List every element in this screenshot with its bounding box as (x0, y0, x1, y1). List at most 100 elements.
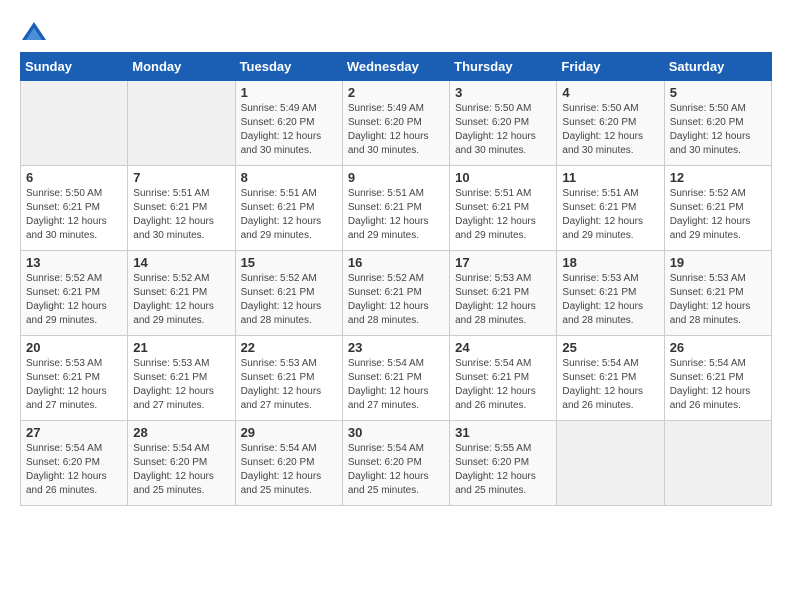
day-detail: Sunrise: 5:52 AMSunset: 6:21 PMDaylight:… (26, 272, 122, 328)
day-detail: Sunrise: 5:51 AMSunset: 6:21 PMDaylight:… (562, 187, 658, 243)
day-number: 25 (562, 340, 658, 355)
calendar-cell (557, 421, 664, 506)
calendar-cell: 7 Sunrise: 5:51 AMSunset: 6:21 PMDaylight… (128, 166, 235, 251)
day-number: 7 (133, 170, 229, 185)
calendar-cell: 22 Sunrise: 5:53 AMSunset: 6:21 PMDayligh… (235, 336, 342, 421)
day-number: 12 (670, 170, 766, 185)
calendar-cell: 17Sunrise: 5:53 AMSunset: 6:21 PMDayligh… (450, 251, 557, 336)
calendar-cell: 28 Sunrise: 5:54 AMSunset: 6:20 PMDayligh… (128, 421, 235, 506)
calendar-cell (21, 81, 128, 166)
calendar-cell: 11 Sunrise: 5:51 AMSunset: 6:21 PMDayligh… (557, 166, 664, 251)
day-detail: Sunrise: 5:53 AMSunset: 6:21 PMDaylight:… (562, 272, 658, 328)
calendar-cell (128, 81, 235, 166)
week-row-1: 1 Sunrise: 5:49 AMSunset: 6:20 PMDaylight… (21, 81, 772, 166)
day-number: 10 (455, 170, 551, 185)
day-detail: Sunrise: 5:53 AMSunset: 6:21 PMDaylight:… (455, 272, 551, 328)
day-detail: Sunrise: 5:51 AMSunset: 6:21 PMDaylight:… (455, 187, 551, 243)
calendar-cell: 31 Sunrise: 5:55 AMSunset: 6:20 PMDayligh… (450, 421, 557, 506)
header-cell-tuesday: Tuesday (235, 53, 342, 81)
day-number: 22 (241, 340, 337, 355)
calendar-cell (664, 421, 771, 506)
day-number: 14 (133, 255, 229, 270)
day-detail: Sunrise: 5:52 AMSunset: 6:21 PMDaylight:… (670, 187, 766, 243)
calendar-cell: 21Sunrise: 5:53 AMSunset: 6:21 PMDayligh… (128, 336, 235, 421)
day-detail: Sunrise: 5:54 AMSunset: 6:20 PMDaylight:… (26, 442, 122, 498)
day-detail: Sunrise: 5:52 AMSunset: 6:21 PMDaylight:… (133, 272, 229, 328)
day-number: 11 (562, 170, 658, 185)
week-row-4: 20 Sunrise: 5:53 AMSunset: 6:21 PMDayligh… (21, 336, 772, 421)
calendar-cell: 14 Sunrise: 5:52 AMSunset: 6:21 PMDayligh… (128, 251, 235, 336)
calendar-cell: 25 Sunrise: 5:54 AMSunset: 6:21 PMDayligh… (557, 336, 664, 421)
calendar-cell: 3 Sunrise: 5:50 AMSunset: 6:20 PMDaylight… (450, 81, 557, 166)
day-number: 24 (455, 340, 551, 355)
day-number: 29 (241, 425, 337, 440)
day-detail: Sunrise: 5:54 AMSunset: 6:20 PMDaylight:… (241, 442, 337, 498)
header-cell-monday: Monday (128, 53, 235, 81)
calendar-cell: 15 Sunrise: 5:52 AMSunset: 6:21 PMDayligh… (235, 251, 342, 336)
header-cell-thursday: Thursday (450, 53, 557, 81)
day-number: 6 (26, 170, 122, 185)
week-row-5: 27 Sunrise: 5:54 AMSunset: 6:20 PMDayligh… (21, 421, 772, 506)
day-number: 30 (348, 425, 444, 440)
day-number: 4 (562, 85, 658, 100)
calendar-cell: 29 Sunrise: 5:54 AMSunset: 6:20 PMDayligh… (235, 421, 342, 506)
day-detail: Sunrise: 5:49 AMSunset: 6:20 PMDaylight:… (241, 102, 337, 158)
day-number: 5 (670, 85, 766, 100)
week-row-2: 6 Sunrise: 5:50 AMSunset: 6:21 PMDaylight… (21, 166, 772, 251)
day-number: 13 (26, 255, 122, 270)
calendar-header: SundayMondayTuesdayWednesdayThursdayFrid… (21, 53, 772, 81)
day-detail: Sunrise: 5:54 AMSunset: 6:20 PMDaylight:… (133, 442, 229, 498)
calendar-cell: 1 Sunrise: 5:49 AMSunset: 6:20 PMDaylight… (235, 81, 342, 166)
calendar-cell: 24 Sunrise: 5:54 AMSunset: 6:21 PMDayligh… (450, 336, 557, 421)
day-detail: Sunrise: 5:50 AMSunset: 6:21 PMDaylight:… (26, 187, 122, 243)
day-number: 26 (670, 340, 766, 355)
calendar-cell: 8Sunrise: 5:51 AMSunset: 6:21 PMDaylight… (235, 166, 342, 251)
calendar-cell: 2 Sunrise: 5:49 AMSunset: 6:20 PMDaylight… (342, 81, 449, 166)
logo-icon (20, 20, 48, 42)
calendar-cell: 5 Sunrise: 5:50 AMSunset: 6:20 PMDaylight… (664, 81, 771, 166)
header-cell-wednesday: Wednesday (342, 53, 449, 81)
day-number: 9 (348, 170, 444, 185)
calendar-cell: 23 Sunrise: 5:54 AMSunset: 6:21 PMDayligh… (342, 336, 449, 421)
day-detail: Sunrise: 5:54 AMSunset: 6:20 PMDaylight:… (348, 442, 444, 498)
day-detail: Sunrise: 5:54 AMSunset: 6:21 PMDaylight:… (348, 357, 444, 413)
header-row: SundayMondayTuesdayWednesdayThursdayFrid… (21, 53, 772, 81)
day-number: 18 (562, 255, 658, 270)
day-number: 21 (133, 340, 229, 355)
day-detail: Sunrise: 5:54 AMSunset: 6:21 PMDaylight:… (455, 357, 551, 413)
day-number: 15 (241, 255, 337, 270)
calendar-cell: 30 Sunrise: 5:54 AMSunset: 6:20 PMDayligh… (342, 421, 449, 506)
day-number: 3 (455, 85, 551, 100)
day-number: 8 (241, 170, 337, 185)
day-detail: Sunrise: 5:52 AMSunset: 6:21 PMDaylight:… (348, 272, 444, 328)
calendar-cell: 6 Sunrise: 5:50 AMSunset: 6:21 PMDaylight… (21, 166, 128, 251)
day-detail: Sunrise: 5:51 AMSunset: 6:21 PMDaylight:… (133, 187, 229, 243)
day-number: 19 (670, 255, 766, 270)
calendar-cell: 10 Sunrise: 5:51 AMSunset: 6:21 PMDayligh… (450, 166, 557, 251)
calendar-cell: 13 Sunrise: 5:52 AMSunset: 6:21 PMDayligh… (21, 251, 128, 336)
day-detail: Sunrise: 5:51 AMSunset: 6:21 PMDaylight:… (348, 187, 444, 243)
day-number: 2 (348, 85, 444, 100)
day-detail: Sunrise: 5:53 AMSunset: 6:21 PMDaylight:… (670, 272, 766, 328)
day-detail: Sunrise: 5:50 AMSunset: 6:20 PMDaylight:… (455, 102, 551, 158)
calendar-body: 1 Sunrise: 5:49 AMSunset: 6:20 PMDaylight… (21, 81, 772, 506)
day-number: 23 (348, 340, 444, 355)
day-detail: Sunrise: 5:53 AMSunset: 6:21 PMDaylight:… (241, 357, 337, 413)
day-number: 28 (133, 425, 229, 440)
day-detail: Sunrise: 5:52 AMSunset: 6:21 PMDaylight:… (241, 272, 337, 328)
day-detail: Sunrise: 5:50 AMSunset: 6:20 PMDaylight:… (562, 102, 658, 158)
day-detail: Sunrise: 5:55 AMSunset: 6:20 PMDaylight:… (455, 442, 551, 498)
day-number: 1 (241, 85, 337, 100)
calendar-cell: 26 Sunrise: 5:54 AMSunset: 6:21 PMDayligh… (664, 336, 771, 421)
calendar-cell: 20Sunrise: 5:53 AMSunset: 6:21 PMDayligh… (21, 336, 128, 421)
calendar-cell: 19 Sunrise: 5:53 AMSunset: 6:21 PMDayligh… (664, 251, 771, 336)
day-number: 27 (26, 425, 122, 440)
day-number: 20 (26, 340, 122, 355)
day-detail: Sunrise: 5:54 AMSunset: 6:21 PMDaylight:… (670, 357, 766, 413)
day-number: 31 (455, 425, 551, 440)
day-detail: Sunrise: 5:49 AMSunset: 6:20 PMDaylight:… (348, 102, 444, 158)
day-detail: Sunrise: 5:54 AMSunset: 6:21 PMDaylight:… (562, 357, 658, 413)
day-detail: Sunrise: 5:50 AMSunset: 6:20 PMDaylight:… (670, 102, 766, 158)
logo (20, 20, 52, 42)
calendar-cell: 27 Sunrise: 5:54 AMSunset: 6:20 PMDayligh… (21, 421, 128, 506)
